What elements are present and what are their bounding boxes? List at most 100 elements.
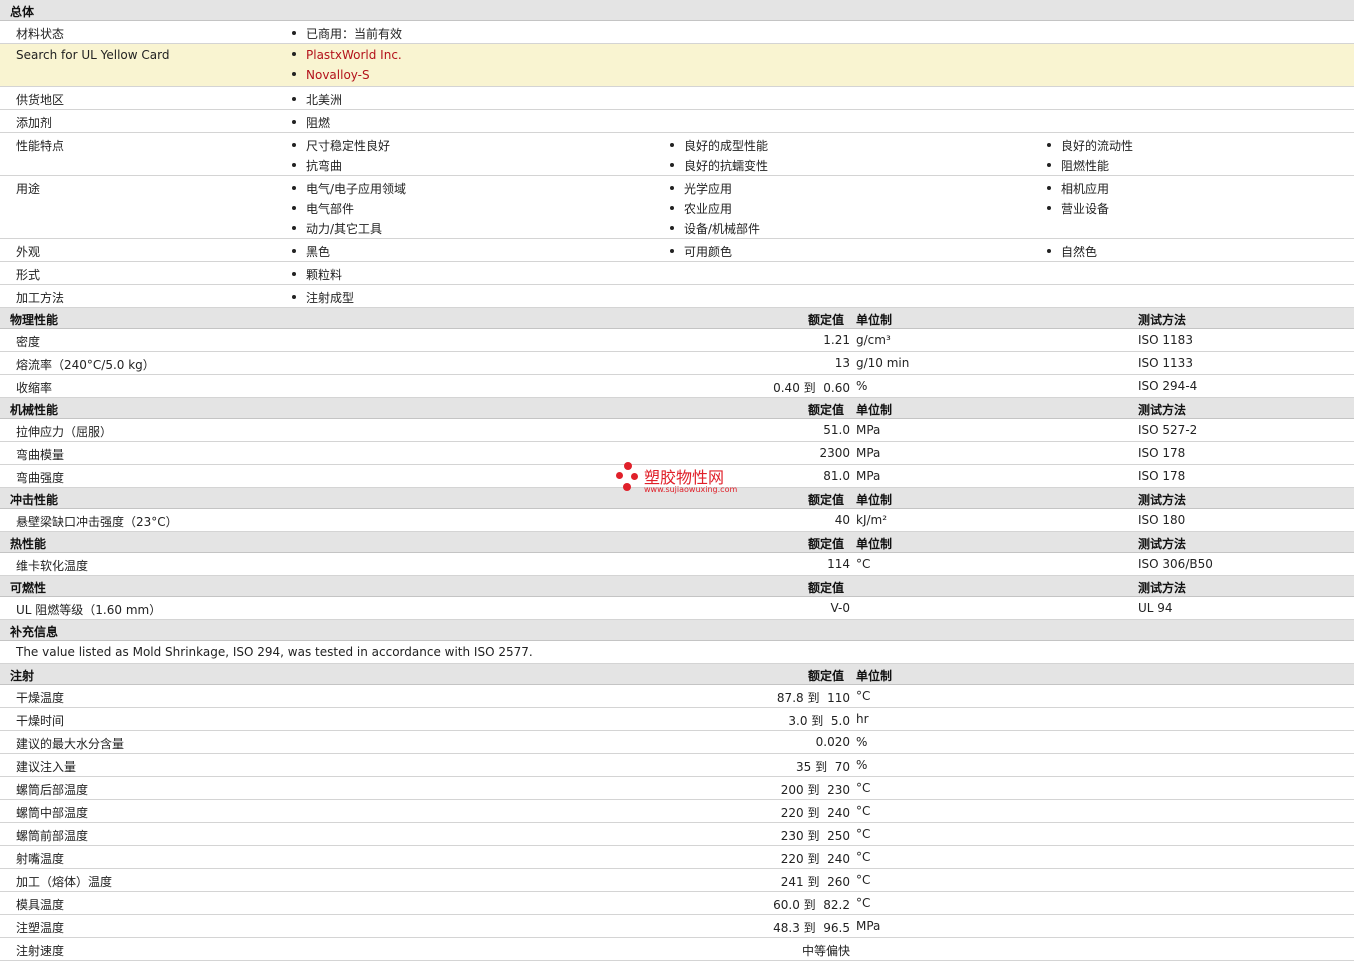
property-unit: °C xyxy=(856,781,871,795)
col-header-test: 测试方法 xyxy=(1138,493,1187,507)
property-value: 220 到 240 xyxy=(780,806,850,820)
list-item: 营业设备 xyxy=(1047,200,1109,217)
table-row: 注塑温度 48.3 到 96.5 MPa xyxy=(0,915,1354,938)
row-value: 已商用：当前有效 xyxy=(292,25,402,42)
property-unit: °C xyxy=(856,896,871,910)
link-novalloy-s[interactable]: Novalloy-S xyxy=(292,68,370,82)
list-item: 抗弯曲 xyxy=(292,157,342,174)
property-label: 螺筒前部温度 xyxy=(16,829,89,843)
col-header-test: 测试方法 xyxy=(1138,403,1187,417)
list-item: 良好的流动性 xyxy=(1047,137,1133,154)
property-value: 40 xyxy=(834,513,850,527)
property-unit: MPa xyxy=(856,469,881,483)
row-label: 性能特点 xyxy=(16,139,65,153)
list-item: 电气部件 xyxy=(292,200,354,217)
row-appearance: 外观 黑色 可用颜色 自然色 xyxy=(0,239,1354,262)
table-row: UL 阻燃等级（1.60 mm） V-0 UL 94 xyxy=(0,597,1354,620)
col-header-nominal: 额定值 xyxy=(808,403,845,417)
section-supplement-header: 补充信息 xyxy=(0,620,1354,641)
col-header-nominal: 额定值 xyxy=(808,537,845,551)
table-row: 干燥温度 87.8 到 110 °C xyxy=(0,685,1354,708)
property-value: 35 到 70 xyxy=(796,760,850,774)
property-unit: °C xyxy=(856,804,871,818)
property-value: 220 到 240 xyxy=(780,852,850,866)
property-label: 螺筒后部温度 xyxy=(16,783,89,797)
table-row: 建议的最大水分含量 0.020 % xyxy=(0,731,1354,754)
property-label: 干燥温度 xyxy=(16,691,65,705)
property-unit: % xyxy=(856,735,868,749)
property-unit: % xyxy=(856,758,868,772)
property-unit: °C xyxy=(856,827,871,841)
property-label: 弯曲强度 xyxy=(16,471,65,485)
property-value: 13 xyxy=(834,356,850,370)
section-title: 总体 xyxy=(10,5,35,19)
section-title: 物理性能 xyxy=(10,313,59,327)
row-uses: 用途 电气/电子应用领域 电气部件 动力/其它工具 光学应用 农业应用 设备/机… xyxy=(0,176,1354,239)
property-value: 87.8 到 110 xyxy=(776,691,850,705)
property-unit: °C xyxy=(856,689,871,703)
property-unit: °C xyxy=(856,873,871,887)
logo-dot xyxy=(623,483,631,491)
property-value: 81.0 xyxy=(823,469,850,483)
table-row: 射嘴温度 220 到 240 °C xyxy=(0,846,1354,869)
watermark-url: www.sujiaowuxing.com xyxy=(644,485,738,494)
section-general-header: 总体 xyxy=(0,0,1354,21)
supplement-note: The value listed as Mold Shrinkage, ISO … xyxy=(16,645,533,659)
property-label: UL 阻燃等级（1.60 mm） xyxy=(16,603,162,617)
row-label: Search for UL Yellow Card xyxy=(16,48,170,62)
property-label: 悬壁梁缺口冲击强度（23°C） xyxy=(16,515,178,529)
property-label: 维卡软化温度 xyxy=(16,559,89,573)
row-label: 添加剂 xyxy=(16,116,53,130)
property-label: 拉伸应力（屈服） xyxy=(16,425,113,439)
row-value: 颗粒料 xyxy=(292,266,342,283)
list-item: 可用颜色 xyxy=(670,243,732,260)
test-method: ISO 178 xyxy=(1138,446,1186,460)
col-header-test: 测试方法 xyxy=(1138,537,1187,551)
property-value: 200 到 230 xyxy=(780,783,850,797)
property-label: 建议的最大水分含量 xyxy=(16,737,125,751)
col-header-nominal: 额定值 xyxy=(808,669,845,683)
property-value: 48.3 到 96.5 xyxy=(773,921,850,935)
property-value: 中等偏快 xyxy=(801,944,850,958)
list-item: 自然色 xyxy=(1047,243,1097,260)
list-item: 黑色 xyxy=(292,243,330,260)
link-plastxworld[interactable]: PlastxWorld Inc. xyxy=(292,48,402,62)
property-unit: °C xyxy=(856,557,871,571)
property-unit: MPa xyxy=(856,446,881,460)
property-value: 60.0 到 82.2 xyxy=(773,898,850,912)
property-label: 螺筒中部温度 xyxy=(16,806,89,820)
row-additive: 添加剂 阻燃 xyxy=(0,110,1354,133)
row-value: 北美洲 xyxy=(292,91,342,108)
property-label: 弯曲模量 xyxy=(16,448,65,462)
row-processing: 加工方法 注射成型 xyxy=(0,285,1354,308)
col-header-nominal: 额定值 xyxy=(808,313,845,327)
logo-dot xyxy=(616,472,623,479)
property-unit: MPa xyxy=(856,919,881,933)
property-unit: % xyxy=(856,379,868,393)
list-item: 阻燃性能 xyxy=(1047,157,1109,174)
row-ul-yellow-card: Search for UL Yellow Card PlastxWorld In… xyxy=(0,44,1354,87)
list-item: 农业应用 xyxy=(670,200,732,217)
col-header-test: 测试方法 xyxy=(1138,313,1187,327)
test-method: ISO 1183 xyxy=(1138,333,1193,347)
list-item: 设备/机械部件 xyxy=(670,220,760,237)
watermark-logo: 塑胶物性网 www.sujiaowuxing.com xyxy=(614,460,754,500)
section-title: 注射 xyxy=(10,669,35,683)
section-title: 热性能 xyxy=(10,537,47,551)
row-label: 供货地区 xyxy=(16,93,65,107)
logo-dot xyxy=(624,462,632,470)
col-header-unit: 单位制 xyxy=(856,669,893,683)
property-label: 熔流率（240°C/5.0 kg） xyxy=(16,358,155,372)
list-item: 良好的抗蠕变性 xyxy=(670,157,768,174)
col-header-nominal: 额定值 xyxy=(808,493,845,507)
property-label: 注塑温度 xyxy=(16,921,65,935)
property-value: 1.21 xyxy=(823,333,850,347)
property-label: 收缩率 xyxy=(16,381,53,395)
test-method: ISO 180 xyxy=(1138,513,1186,527)
col-header-unit: 单位制 xyxy=(856,403,893,417)
row-features: 性能特点 尺寸稳定性良好 抗弯曲 良好的成型性能 良好的抗蠕变性 良好的流动性 … xyxy=(0,133,1354,176)
table-row: 拉伸应力（屈服） 51.0 MPa ISO 527-2 xyxy=(0,419,1354,442)
list-item: 光学应用 xyxy=(670,180,732,197)
row-form: 形式 颗粒料 xyxy=(0,262,1354,285)
property-unit: MPa xyxy=(856,423,881,437)
